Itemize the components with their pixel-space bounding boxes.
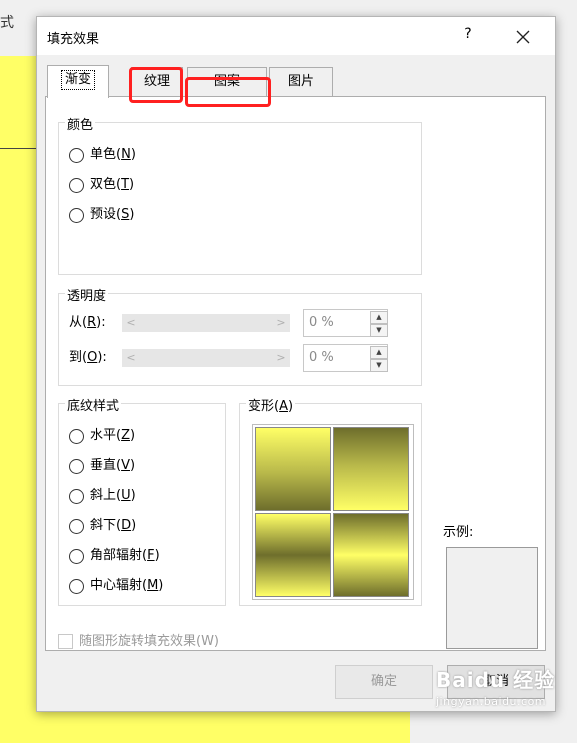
radio-from-corner[interactable]: 角部辐射(F)	[69, 546, 160, 566]
sample-label: 示例:	[443, 525, 474, 540]
variant-4[interactable]	[333, 513, 409, 597]
tab-picture-label: 图片	[287, 74, 314, 89]
spin-down-icon[interactable]: ▼	[370, 324, 388, 337]
shading-styles-group: 底纹样式 水平(Z) 垂直(V) 斜上(U) 斜下(D) 角部辐射(F) 中心辐…	[58, 395, 226, 606]
from-slider[interactable]: < >	[122, 314, 290, 332]
radio-diagonal-up[interactable]: 斜上(U)	[69, 486, 136, 506]
radio-circle	[69, 177, 84, 193]
slider-left-icon: <	[126, 351, 136, 364]
to-slider[interactable]: < >	[122, 349, 290, 367]
radio-label: 斜上(U)	[90, 488, 136, 503]
colors-legend: 颜色	[65, 114, 96, 133]
radio-label: 垂直(V)	[90, 458, 136, 473]
transparency-legend: 透明度	[65, 285, 109, 304]
to-value: 0 %	[309, 350, 334, 365]
radio-vertical[interactable]: 垂直(V)	[69, 456, 135, 476]
rotate-label: 随图形旋转填充效果(W)	[79, 634, 219, 649]
spin-up-icon[interactable]: ▲	[370, 346, 388, 359]
from-spinner[interactable]: 0 % ▲ ▼	[303, 309, 388, 337]
radio-two-colors[interactable]: 双色(T)	[69, 175, 134, 195]
radio-label: 角部辐射(F)	[90, 548, 160, 563]
radio-label: 单色(N)	[90, 147, 136, 162]
variants-grid	[252, 424, 414, 600]
close-button[interactable]	[511, 25, 535, 49]
radio-label: 双色(T)	[90, 177, 135, 192]
radio-circle	[69, 488, 84, 504]
radio-horizontal[interactable]: 水平(Z)	[69, 426, 135, 446]
background-ribbon-text: 式	[0, 15, 14, 31]
variant-1[interactable]	[255, 427, 331, 511]
checkbox-box	[58, 634, 73, 649]
document-rule	[0, 148, 36, 149]
ok-button[interactable]: 确定	[335, 665, 433, 699]
tab-gradient-label: 渐变	[60, 70, 95, 90]
slider-right-icon: >	[276, 316, 286, 329]
radio-circle	[69, 458, 84, 474]
transparency-group: 透明度 从(R): < > 0 % ▲ ▼ 到(O): < > 0 % ▲ ▼	[58, 285, 422, 386]
baidu-watermark: Baidu 经验 jingyan.baidu.com	[436, 664, 576, 720]
radio-circle	[69, 578, 84, 594]
radio-label: 中心辐射(M)	[90, 578, 164, 593]
texture-tab-highlight	[129, 67, 183, 103]
tab-gradient[interactable]: 渐变	[47, 65, 109, 98]
radio-label: 斜下(D)	[90, 518, 137, 533]
colors-group: 颜色 单色(N) 双色(T) 预设(S)	[58, 114, 422, 275]
slider-left-icon: <	[126, 316, 136, 329]
variants-legend: 变形(A)	[246, 395, 296, 414]
gradient-panel: 颜色 单色(N) 双色(T) 预设(S) 透明度 从(R): < > 0 % ▲	[45, 96, 546, 651]
spin-down-icon[interactable]: ▼	[370, 359, 388, 372]
pattern-tab-highlight	[185, 77, 271, 107]
radio-from-center[interactable]: 中心辐射(M)	[69, 576, 163, 596]
fill-effects-dialog: 填充效果 ? 渐变 纹理 图案 图片 颜色 单色(N) 双色(T) 预设(S) …	[36, 16, 556, 712]
radio-circle	[69, 147, 84, 163]
variant-2[interactable]	[333, 427, 409, 511]
to-spinner[interactable]: 0 % ▲ ▼	[303, 344, 388, 372]
watermark-sub: jingyan.baidu.com	[436, 695, 547, 708]
radio-circle	[69, 428, 84, 444]
radio-circle	[69, 207, 84, 223]
watermark-main: Baidu 经验	[436, 668, 556, 692]
spin-up-icon[interactable]: ▲	[370, 311, 388, 324]
radio-label: 水平(Z)	[90, 428, 136, 443]
radio-one-color[interactable]: 单色(N)	[69, 145, 136, 165]
help-button[interactable]: ?	[457, 26, 479, 48]
radio-diagonal-down[interactable]: 斜下(D)	[69, 516, 136, 536]
from-value: 0 %	[309, 315, 334, 330]
radio-label: 预设(S)	[90, 207, 135, 222]
variant-3[interactable]	[255, 513, 331, 597]
sample-preview	[446, 547, 538, 649]
shading-legend: 底纹样式	[65, 395, 122, 414]
radio-preset[interactable]: 预设(S)	[69, 205, 134, 225]
slider-right-icon: >	[276, 351, 286, 364]
tab-picture[interactable]: 图片	[269, 67, 333, 96]
radio-circle	[69, 518, 84, 534]
rotate-with-shape-checkbox[interactable]: 随图形旋转填充效果(W)	[58, 633, 219, 651]
from-label: 从(R):	[69, 315, 106, 330]
to-label: 到(O):	[69, 350, 107, 365]
close-icon	[516, 30, 530, 44]
radio-circle	[69, 548, 84, 564]
title-bar: 填充效果 ?	[37, 17, 555, 55]
variants-group: 变形(A)	[239, 395, 422, 606]
dialog-title: 填充效果	[47, 32, 100, 47]
